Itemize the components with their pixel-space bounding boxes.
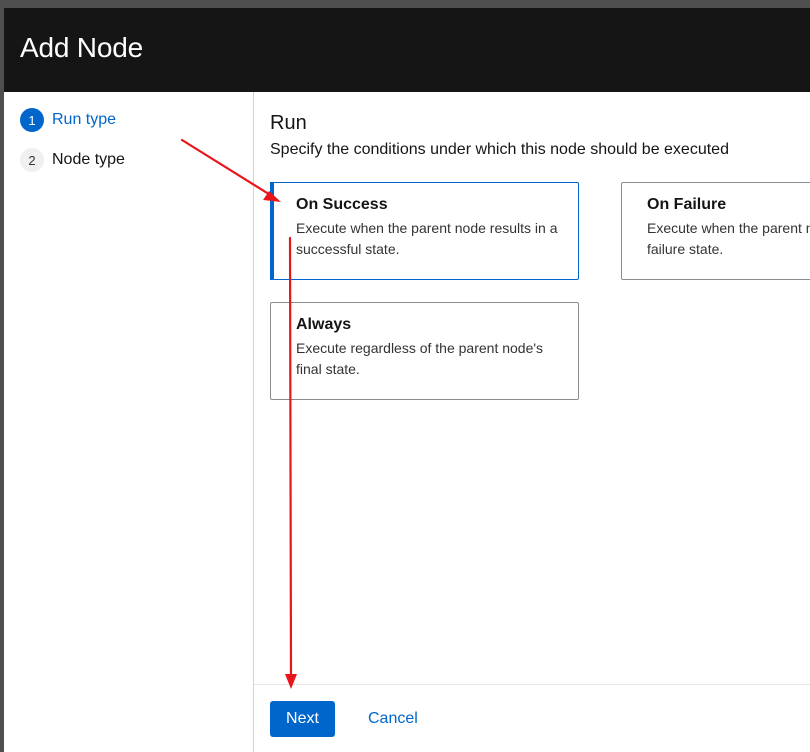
section-title: Run: [270, 112, 307, 134]
modal-title: Add Node: [20, 32, 143, 63]
option-title: On Failure: [647, 196, 727, 213]
step-label: Run type: [52, 111, 117, 128]
option-description: Execute when the parent node results in …: [647, 220, 810, 257]
run-option-on-failure[interactable]: On Failure Execute when the parent node …: [621, 182, 810, 280]
wizard-footer: Next Cancel: [254, 684, 810, 752]
cancel-button[interactable]: Cancel: [354, 701, 432, 737]
run-option-on-success[interactable]: On Success Execute when the parent node …: [270, 182, 579, 280]
option-description: Execute when the parent node results in …: [296, 220, 558, 257]
wizard-step-node-type[interactable]: 2 Node type: [20, 148, 125, 172]
wizard-step-run-type[interactable]: 1 Run type: [20, 108, 117, 132]
step-number-badge: 1: [20, 108, 44, 132]
step-number-badge: 2: [20, 148, 44, 172]
option-description: Execute regardless of the parent node's …: [296, 340, 544, 377]
modal-header: Add Node: [4, 8, 810, 92]
wizard-nav: 1 Run type 2 Node type: [4, 92, 254, 752]
next-button[interactable]: Next: [270, 701, 335, 737]
section-description: Specify the conditions under which this …: [270, 141, 729, 158]
wizard-body: Run Specify the conditions under which t…: [254, 92, 810, 692]
step-label: Node type: [52, 151, 125, 168]
add-node-modal: Add Node 1 Run type 2 Node type Run Spec…: [4, 8, 810, 752]
option-title: Always: [296, 316, 352, 333]
option-title: On Success: [296, 196, 388, 213]
run-option-always[interactable]: Always Execute regardless of the parent …: [270, 302, 579, 400]
